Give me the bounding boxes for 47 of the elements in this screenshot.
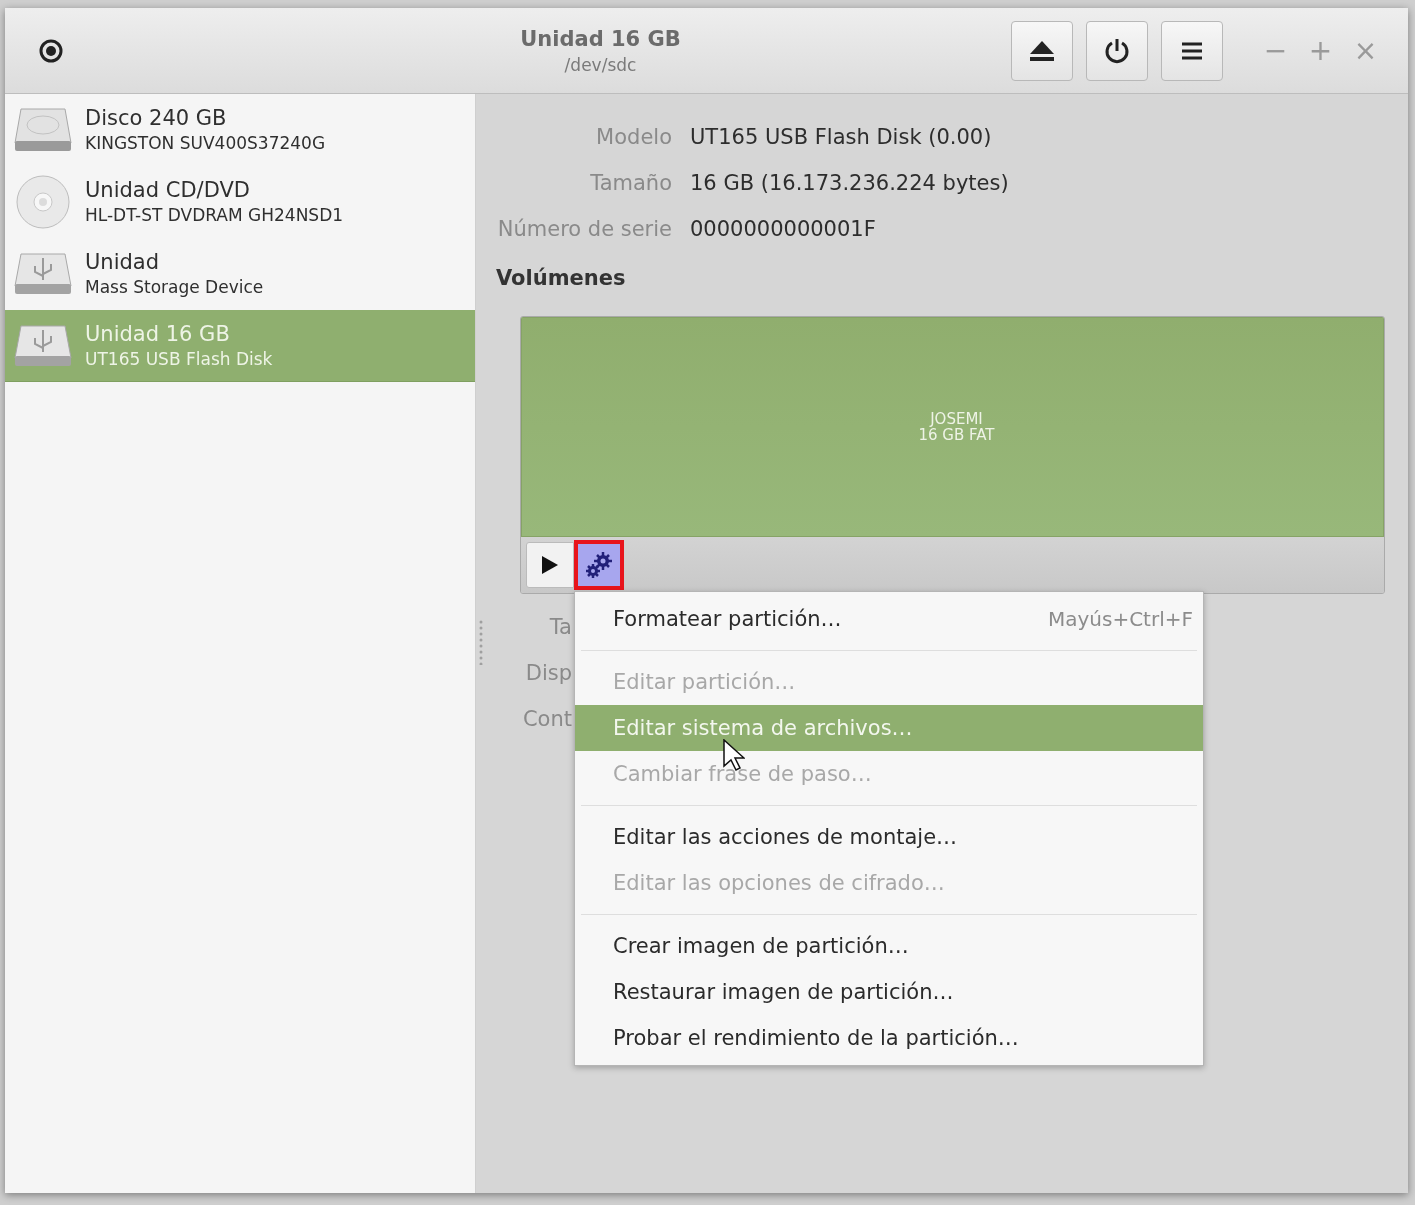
gears-icon xyxy=(584,551,614,579)
device-name: Disco 240 GB xyxy=(85,106,228,130)
power-icon xyxy=(1103,36,1131,65)
partition-detail-label: Disp xyxy=(524,660,572,687)
menu-button[interactable] xyxy=(1161,20,1223,81)
eject-button[interactable] xyxy=(1011,20,1073,81)
device-item[interactable]: Disco 240 GB KINGSTON SUV400S37240G xyxy=(5,94,475,166)
mount-button[interactable] xyxy=(526,542,574,588)
detail-value: 16 GB (16.173.236.224 bytes) xyxy=(690,171,1009,195)
partition-detail-label: Ta xyxy=(548,614,572,641)
power-button[interactable] xyxy=(1086,20,1148,81)
device-name: Unidad 16 GB xyxy=(85,322,231,346)
device-item[interactable]: Unidad CD/DVD HL-DT-ST DVDRAM GH24NSD1 xyxy=(5,166,475,238)
device-name: Unidad CD/DVD xyxy=(85,178,251,202)
volumes-heading: Volúmenes xyxy=(496,266,627,290)
menu-item[interactable]: Editar las acciones de montaje… xyxy=(575,814,1203,860)
device-item[interactable]: Unidad Mass Storage Device xyxy=(5,238,475,310)
partition-label: JOSEMI 16 GB FAT xyxy=(918,410,995,444)
menu-icon xyxy=(1182,41,1202,60)
detail-value: 0000000000001F xyxy=(690,217,876,241)
menu-item[interactable]: Formatear partición… Mayús+Ctrl+F xyxy=(575,596,1203,642)
window-control[interactable]: − xyxy=(1253,34,1298,67)
menu-item[interactable]: Probar el rendimiento de la partición… xyxy=(575,1015,1203,1061)
partition-detail-label: Cont xyxy=(521,706,572,733)
detail-label: Modelo xyxy=(595,125,672,149)
app-menu-icon[interactable] xyxy=(39,38,63,63)
device-item[interactable]: Unidad 16 GB UT165 USB Flash Disk xyxy=(5,310,475,382)
pane-handle-icon[interactable] xyxy=(479,619,483,665)
detail-label: Tamaño xyxy=(589,171,672,195)
menu-item[interactable]: Crear imagen de partición… xyxy=(575,923,1203,969)
window-control[interactable]: × xyxy=(1343,34,1388,67)
device-model: Mass Storage Device xyxy=(85,277,264,297)
eject-icon xyxy=(1029,39,1055,62)
play-icon xyxy=(541,555,559,575)
detail-value: UT165 USB Flash Disk (0.00) xyxy=(690,125,992,149)
window-title: Unidad 16 GB xyxy=(520,26,681,51)
settings-button[interactable] xyxy=(574,540,624,590)
window-control[interactable]: + xyxy=(1298,34,1343,67)
device-model: UT165 USB Flash Disk xyxy=(85,349,273,369)
partition-block[interactable]: JOSEMI 16 GB FAT xyxy=(521,317,1384,537)
device-model: KINGSTON SUV400S37240G xyxy=(85,133,326,153)
device-name: Unidad xyxy=(85,250,161,274)
menu-item[interactable]: Restaurar imagen de partición… xyxy=(575,969,1203,1015)
window-subtitle: /dev/sdc xyxy=(564,54,637,75)
device-model: HL-DT-ST DVDRAM GH24NSD1 xyxy=(85,205,344,225)
detail-label: Número de serie xyxy=(496,217,672,241)
shortcut-text: Mayús+Ctrl+F xyxy=(1047,607,1193,631)
